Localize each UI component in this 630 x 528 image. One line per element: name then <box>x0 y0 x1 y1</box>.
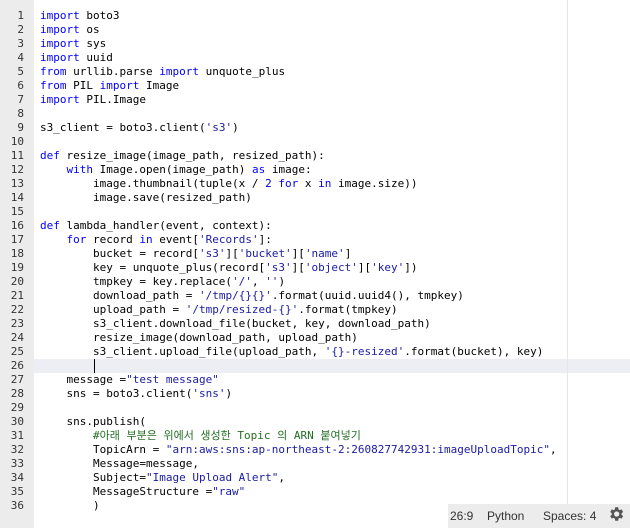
code-line[interactable]: import os <box>40 23 100 37</box>
code-line[interactable]: sns.publish( <box>40 415 145 429</box>
line-number[interactable]: 30 <box>11 415 24 429</box>
line-number[interactable]: 31 <box>11 429 24 443</box>
line-number[interactable]: 2 <box>17 23 24 37</box>
code-line[interactable]: s3_client.upload_file(upload_path, '{}-r… <box>40 345 543 359</box>
active-line-highlight <box>34 359 630 373</box>
line-number[interactable]: 28 <box>11 387 24 401</box>
line-number[interactable]: 13 <box>11 177 24 191</box>
code-line[interactable]: upload_path = '/tmp/resized-{}'.format(t… <box>40 303 398 317</box>
code-line[interactable]: message ="test message" <box>40 373 218 387</box>
code-line[interactable]: image.thumbnail(tuple(x / 2 for x in ima… <box>40 177 418 191</box>
code-line[interactable]: image.save(resized_path) <box>40 191 252 205</box>
line-number[interactable]: 22 <box>11 303 24 317</box>
code-line[interactable]: with Image.open(image_path) as image: <box>40 163 312 177</box>
print-margin <box>567 0 568 510</box>
line-number[interactable]: 35 <box>11 485 24 499</box>
code-line[interactable]: import uuid <box>40 51 113 65</box>
code-line[interactable]: for record in event['Records']: <box>40 233 272 247</box>
line-number[interactable]: 12 <box>11 163 24 177</box>
line-number[interactable]: 3 <box>17 37 24 51</box>
code-line[interactable]: download_path = '/tmp/{}{}'.format(uuid.… <box>40 289 464 303</box>
text-cursor <box>94 359 96 373</box>
line-number[interactable]: 19 <box>11 261 24 275</box>
code-line[interactable]: from PIL import Image <box>40 79 179 93</box>
cursor-position[interactable]: 26:9 <box>450 509 473 523</box>
status-bar: 26:9 Python Spaces: 4 <box>448 504 630 528</box>
code-editor[interactable]: 1 2 3 4 5 6 7 8 9 10 11 12 13 14 15 16 17 18 19 20 21 22 23 24 2… <box>0 0 630 528</box>
line-number[interactable]: 29 <box>11 401 24 415</box>
line-number[interactable]: 9 <box>17 121 24 135</box>
language-mode[interactable]: Python <box>487 509 524 523</box>
line-number[interactable]: 16 <box>11 219 24 233</box>
line-number[interactable]: 10 <box>11 135 24 149</box>
code-line[interactable]: sns = boto3.client('sns') <box>40 387 232 401</box>
code-line[interactable]: import boto3 <box>40 9 120 23</box>
code-line[interactable]: s3_client.download_file(bucket, key, dow… <box>40 317 431 331</box>
line-number[interactable]: 26 <box>11 359 24 373</box>
gear-icon[interactable] <box>607 505 625 523</box>
code-line[interactable]: Message=message, <box>40 457 199 471</box>
line-number[interactable]: 20 <box>11 275 24 289</box>
code-line[interactable]: import PIL.Image <box>40 93 146 107</box>
line-number[interactable]: 18 <box>11 247 24 261</box>
line-number[interactable]: 8 <box>17 107 24 121</box>
code-line[interactable]: resize_image(download_path, upload_path) <box>40 331 358 345</box>
line-number[interactable]: 1 <box>17 9 24 23</box>
line-number[interactable]: 33 <box>11 457 24 471</box>
line-number[interactable]: 32 <box>11 443 24 457</box>
line-number[interactable]: 23 <box>11 317 24 331</box>
code-line[interactable]: tmpkey = key.replace('/', '') <box>40 275 285 289</box>
code-line[interactable]: key = unquote_plus(record['s3']['object'… <box>40 261 418 275</box>
code-line[interactable]: bucket = record['s3']['bucket']['name'] <box>40 247 351 261</box>
code-line[interactable]: #아래 부분은 위에서 생성한 Topic 의 ARN 붙여넣기 <box>40 429 361 443</box>
line-number[interactable]: 27 <box>11 373 24 387</box>
line-number[interactable]: 15 <box>11 205 24 219</box>
code-line[interactable]: from urllib.parse import unquote_plus <box>40 65 285 79</box>
code-line[interactable]: s3_client = boto3.client('s3') <box>40 121 239 135</box>
line-number[interactable]: 5 <box>17 65 24 79</box>
code-line[interactable]: ) <box>40 499 100 513</box>
line-number[interactable]: 36 <box>11 499 24 513</box>
code-line[interactable]: import sys <box>40 37 106 51</box>
line-number[interactable]: 6 <box>17 79 24 93</box>
code-line[interactable]: TopicArn = "arn:aws:sns:ap-northeast-2:2… <box>40 443 557 457</box>
code-line[interactable]: Subject="Image Upload Alert", <box>40 471 285 485</box>
line-number[interactable]: 25 <box>11 345 24 359</box>
line-number[interactable]: 7 <box>17 93 24 107</box>
indentation-setting[interactable]: Spaces: 4 <box>543 509 596 523</box>
line-number[interactable]: 21 <box>11 289 24 303</box>
line-number[interactable]: 17 <box>11 233 24 247</box>
code-line[interactable]: def resize_image(image_path, resized_pat… <box>40 149 325 163</box>
line-number[interactable]: 34 <box>11 471 24 485</box>
line-number[interactable]: 11 <box>11 149 24 163</box>
code-line[interactable]: def lambda_handler(event, context): <box>40 219 272 233</box>
line-number[interactable]: 14 <box>11 191 24 205</box>
line-number[interactable]: 24 <box>11 331 24 345</box>
line-number[interactable]: 4 <box>17 51 24 65</box>
line-number-gutter: 1 2 3 4 5 6 7 8 9 10 11 12 13 14 15 16 17 18 19 20 21 22 23 24 2… <box>0 0 34 528</box>
code-line[interactable]: MessageStructure ="raw" <box>40 485 245 499</box>
